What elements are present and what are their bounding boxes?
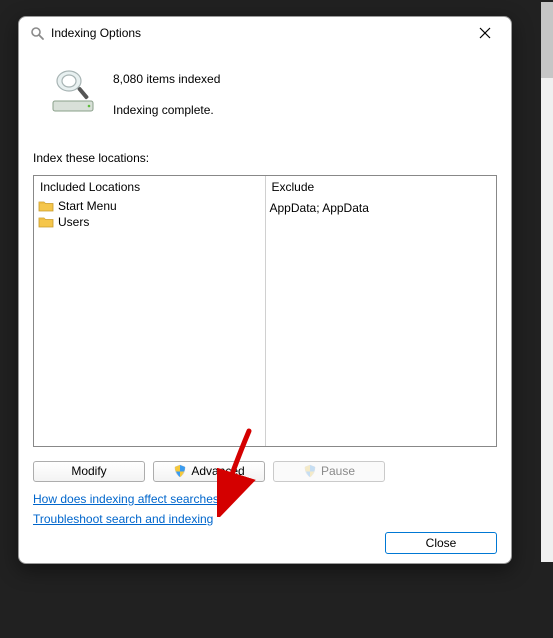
indexing-options-dialog: Indexing Options xyxy=(18,16,512,564)
uac-shield-icon xyxy=(173,464,187,478)
page-scrollbar[interactable] xyxy=(541,2,553,562)
folder-icon xyxy=(38,199,54,213)
button-label: Pause xyxy=(321,464,355,478)
uac-shield-icon xyxy=(303,464,317,478)
folder-icon xyxy=(38,215,54,229)
location-label: Users xyxy=(58,215,89,229)
help-links: How does indexing affect searches? Troub… xyxy=(33,492,497,526)
items-indexed-count: 8,080 items indexed xyxy=(113,71,220,88)
scrollbar-thumb[interactable] xyxy=(541,2,553,78)
exclude-item[interactable]: AppData; AppData xyxy=(266,200,497,216)
included-locations-header: Included Locations xyxy=(34,176,265,198)
action-buttons-row: Modify Advanced xyxy=(33,461,497,482)
indexing-state: Indexing complete. xyxy=(113,102,220,119)
dialog-body: 8,080 items indexed Indexing complete. I… xyxy=(19,47,511,566)
close-button[interactable]: Close xyxy=(385,532,497,554)
magnifier-drive-icon xyxy=(47,63,99,115)
titlebar: Indexing Options xyxy=(19,17,511,47)
dialog-footer: Close xyxy=(33,526,497,554)
advanced-button[interactable]: Advanced xyxy=(153,461,265,482)
status-texts: 8,080 items indexed Indexing complete. xyxy=(113,63,220,119)
location-item[interactable]: Start Menu xyxy=(34,198,265,214)
titlebar-close-button[interactable] xyxy=(467,22,503,44)
index-locations-label: Index these locations: xyxy=(33,151,497,165)
how-indexing-link[interactable]: How does indexing affect searches? xyxy=(33,492,226,506)
modify-button[interactable]: Modify xyxy=(33,461,145,482)
location-item[interactable]: Users xyxy=(34,214,265,230)
button-label: Advanced xyxy=(191,464,244,478)
included-locations-column: Included Locations Start Menu Users xyxy=(34,176,265,446)
status-row: 8,080 items indexed Indexing complete. xyxy=(33,57,497,125)
exclude-header: Exclude xyxy=(266,176,497,198)
troubleshoot-link[interactable]: Troubleshoot search and indexing xyxy=(33,512,213,526)
exclude-column: Exclude AppData; AppData xyxy=(266,176,497,446)
locations-listbox[interactable]: Included Locations Start Menu Users xyxy=(33,175,497,447)
dialog-title: Indexing Options xyxy=(51,26,467,40)
pause-button: Pause xyxy=(273,461,385,482)
button-label: Modify xyxy=(71,464,106,478)
page-background: Indexing Options xyxy=(0,0,553,638)
close-icon xyxy=(479,27,491,39)
button-label: Close xyxy=(426,536,457,550)
location-label: Start Menu xyxy=(58,199,117,213)
indexing-options-icon xyxy=(29,25,45,41)
